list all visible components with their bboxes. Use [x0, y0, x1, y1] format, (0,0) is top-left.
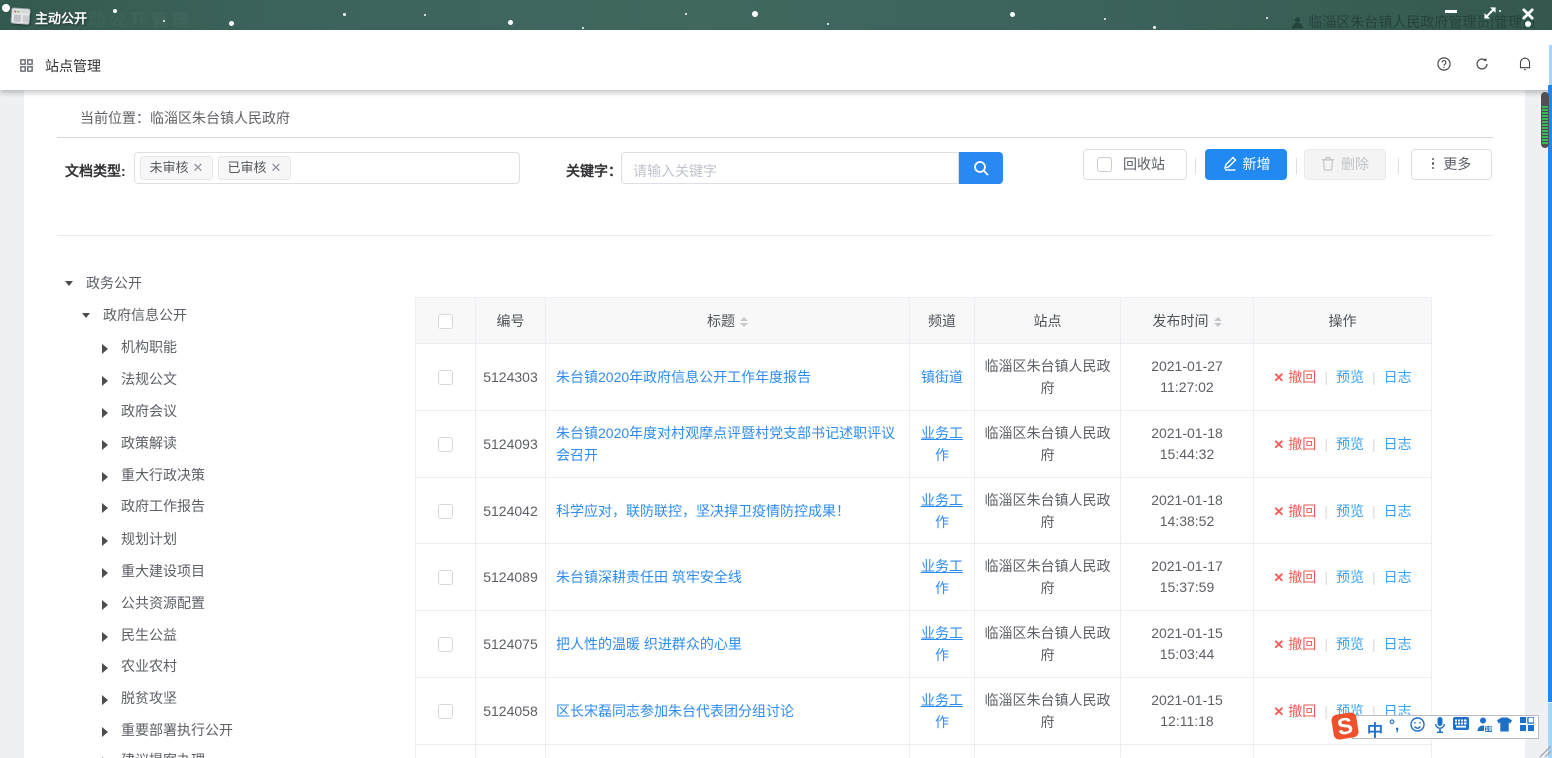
svg-text:19: 19	[1485, 727, 1492, 733]
